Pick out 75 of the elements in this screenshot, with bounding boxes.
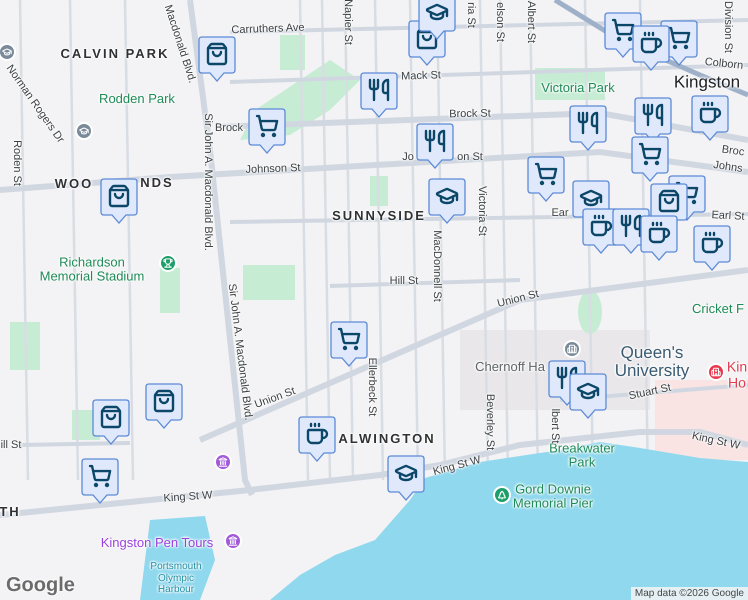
map-attribution: Map data ©2026 Google: [630, 587, 748, 600]
map-label: Brock St: [449, 108, 491, 120]
map-label: Johnson St: [245, 162, 301, 176]
map-label: Ellerbeck St: [366, 358, 378, 416]
map-label: Napier St: [342, 0, 354, 45]
map-logo: Google: [6, 574, 75, 597]
fork-knife-icon: [641, 103, 665, 127]
map-label: Union St: [253, 385, 297, 411]
map-label: Johns: [712, 158, 744, 176]
map-label: Hill St: [390, 274, 418, 288]
map-label: CALVIN PARK: [60, 46, 170, 62]
map-label: Division St: [722, 1, 734, 53]
map-label: Beverley St: [484, 394, 496, 450]
cup-icon: [698, 101, 722, 125]
map-label: Portsmouth Olympic Harbour: [149, 560, 203, 596]
shopping-bag-icon: [657, 189, 681, 213]
fork-knife-icon: [576, 111, 600, 135]
map-label: ill St: [0, 438, 22, 452]
map-label: Cricket F: [692, 302, 744, 316]
map-label: King St W: [432, 454, 482, 478]
map-label: ria St: [464, 2, 478, 28]
map-label: King St W: [690, 430, 742, 452]
cup-icon: [700, 231, 724, 255]
map-marker[interactable]: [418, 0, 456, 40]
map-label: Ho: [728, 375, 746, 391]
map-label: NDS: [140, 176, 174, 190]
shopping-cart-icon: [611, 18, 635, 42]
cup-icon: [589, 214, 613, 238]
shopping-bag-icon: [107, 184, 131, 208]
shopping-bag-icon: [99, 405, 123, 429]
map-label: on St: [457, 150, 483, 164]
map-label: Kingston: [674, 74, 740, 92]
shopping-bag-icon: [152, 389, 176, 413]
map-label: Stuart St: [628, 382, 672, 402]
map-label: lbert St: [548, 408, 562, 444]
cup-icon: [305, 422, 329, 446]
map-label: King St W: [163, 489, 213, 505]
cup-icon: [639, 31, 663, 55]
map-label: Kin: [726, 359, 748, 375]
map-label: WOO: [54, 176, 94, 192]
fork-knife-icon: [619, 214, 643, 238]
map-label: Chernoff Ha: [475, 360, 545, 374]
map-label: ALWINGTON: [338, 432, 436, 446]
shopping-cart-icon: [88, 464, 112, 488]
shopping-cart-icon: [255, 114, 279, 138]
map-label: Victoria Park: [541, 80, 615, 96]
map-label: Gord Downie Memorial Pier: [512, 482, 594, 512]
shopping-cart-icon: [638, 142, 662, 166]
map-label: SUNNYSIDE: [332, 208, 426, 224]
cup-icon: [647, 221, 671, 245]
map-label: Union St: [496, 288, 540, 310]
map-label: Broc: [720, 143, 746, 159]
map-label: Ear: [551, 206, 569, 220]
map-label: Roden St: [10, 140, 24, 186]
map-label: Sir John A. Macdonald Blvd.: [226, 282, 254, 422]
map-label: Sir John A. Macdonald Blvd.: [202, 113, 214, 251]
shopping-cart-icon: [534, 162, 558, 186]
map-label: Brock: [214, 122, 244, 134]
map-label: elson St: [494, 2, 506, 42]
map-label: Colborn: [704, 56, 744, 72]
shopping-cart-icon: [667, 26, 691, 50]
map-label: Earl St: [711, 209, 745, 223]
shopping-bag-icon: [205, 42, 229, 66]
map-label: Jo: [402, 150, 414, 164]
map-label: Victoria St: [476, 186, 488, 236]
map-label: Albert St: [524, 0, 538, 44]
map-label: Mack St: [400, 69, 442, 83]
fork-knife-icon: [367, 78, 391, 102]
map-label: Queen's University: [614, 344, 690, 380]
shopping-cart-icon: [337, 327, 361, 351]
fork-knife-icon: [423, 129, 447, 153]
map-label: Carruthers Ave: [231, 22, 305, 36]
map-label: Richardson Memorial Stadium: [38, 256, 146, 284]
map-label: MacDonnell St: [430, 230, 444, 302]
map-label: Rodden Park: [99, 92, 175, 106]
